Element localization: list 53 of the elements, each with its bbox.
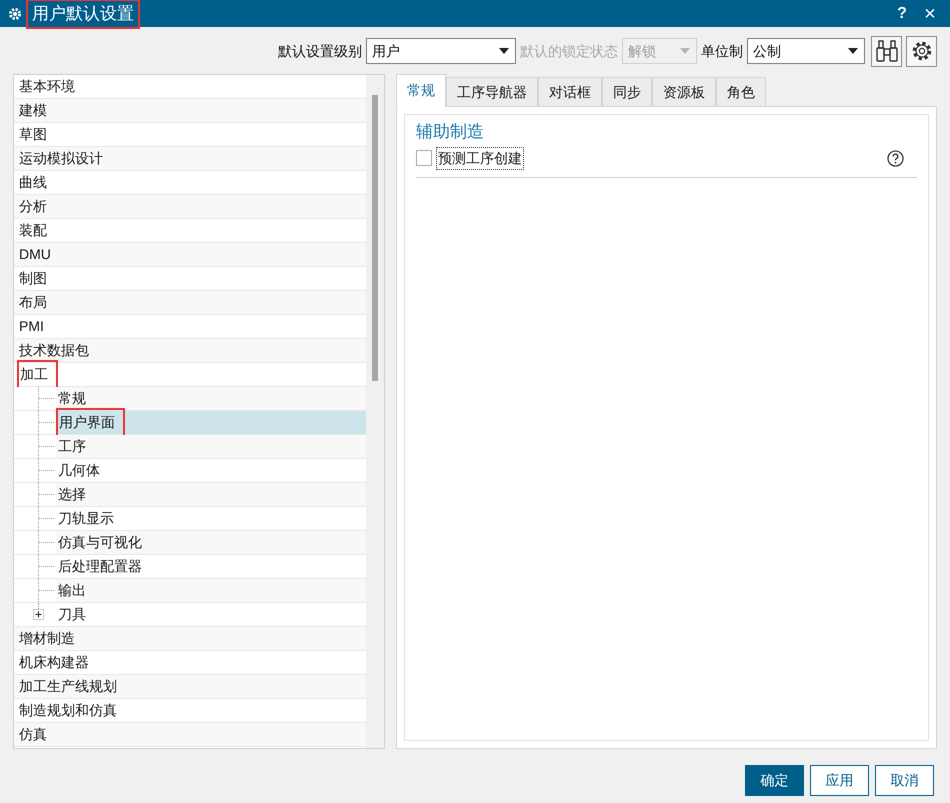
dropdown-caret-icon <box>847 47 859 55</box>
binoculars-button[interactable] <box>871 36 902 66</box>
close-button[interactable]: × <box>918 4 942 24</box>
field-label: 默认设置级别 <box>278 42 362 60</box>
tree-item[interactable]: 建模 <box>14 99 47 122</box>
help-button[interactable]: ? <box>892 2 912 26</box>
settings-button[interactable] <box>906 36 937 66</box>
tree-item[interactable]: 常规 <box>56 387 366 410</box>
tab[interactable]: 角色 <box>716 77 766 106</box>
section-heading: 辅助制造 <box>416 121 485 143</box>
tree-item[interactable]: 装配 <box>14 219 47 242</box>
tree-item[interactable]: 增材制造 <box>14 627 75 650</box>
checkbox-label[interactable]: 预测工序创建 <box>436 146 524 170</box>
scrollbar[interactable] <box>366 75 384 748</box>
tree-item[interactable]: 选择 <box>56 483 366 506</box>
expand-plus-icon[interactable] <box>33 608 44 620</box>
tree-item[interactable]: 布局 <box>14 291 47 314</box>
tree-item[interactable]: 机床构建器 <box>14 651 89 674</box>
tree-item[interactable]: 草图 <box>14 123 47 146</box>
tree-item[interactable]: 曲线 <box>14 171 47 194</box>
field-label: 单位制 <box>701 42 743 60</box>
tab[interactable]: 资源板 <box>652 77 716 106</box>
window-title: 用户默认设置 <box>28 0 138 26</box>
gear-icon <box>8 6 22 20</box>
checkbox[interactable] <box>416 150 432 166</box>
dropdown-field[interactable]: 公制 <box>747 38 865 64</box>
tree-item[interactable]: 加工 <box>14 363 56 386</box>
tree-item[interactable]: 工序 <box>56 435 366 458</box>
dropdown-caret-icon <box>498 47 510 55</box>
tab[interactable]: 工序导航器 <box>446 77 538 106</box>
tab[interactable]: 对话框 <box>538 77 602 106</box>
tree-item[interactable]: 仿真与可视化 <box>56 531 366 554</box>
settings-icon <box>910 39 934 63</box>
tab[interactable]: 常规 <box>396 74 446 107</box>
help-icon[interactable] <box>887 150 904 166</box>
dropdown-caret-icon <box>679 47 691 55</box>
tree-item[interactable]: 制图 <box>14 267 47 290</box>
tree-item[interactable]: 用户界面 <box>56 411 366 434</box>
tab[interactable]: 同步 <box>602 77 652 106</box>
dialog-button[interactable]: 确定 <box>745 765 804 796</box>
tree-item[interactable]: 输出 <box>56 579 366 602</box>
tree-item[interactable]: DMU <box>14 243 51 266</box>
tree-item[interactable]: 仿真 <box>14 723 47 746</box>
tree-item[interactable]: 基本环境 <box>14 75 75 98</box>
scrollbar-thumb[interactable] <box>372 95 378 381</box>
tree-item[interactable]: 分析 <box>14 195 47 218</box>
tree-item[interactable]: 制造规划和仿真 <box>14 699 117 722</box>
binoculars-icon <box>874 40 898 62</box>
dialog-button[interactable]: 应用 <box>810 765 869 796</box>
tree-item[interactable]: PMI <box>14 315 44 338</box>
dialog-button[interactable]: 取消 <box>875 765 934 796</box>
field-label: 默认的锁定状态 <box>520 42 618 60</box>
dropdown-field[interactable]: 用户 <box>366 38 516 64</box>
